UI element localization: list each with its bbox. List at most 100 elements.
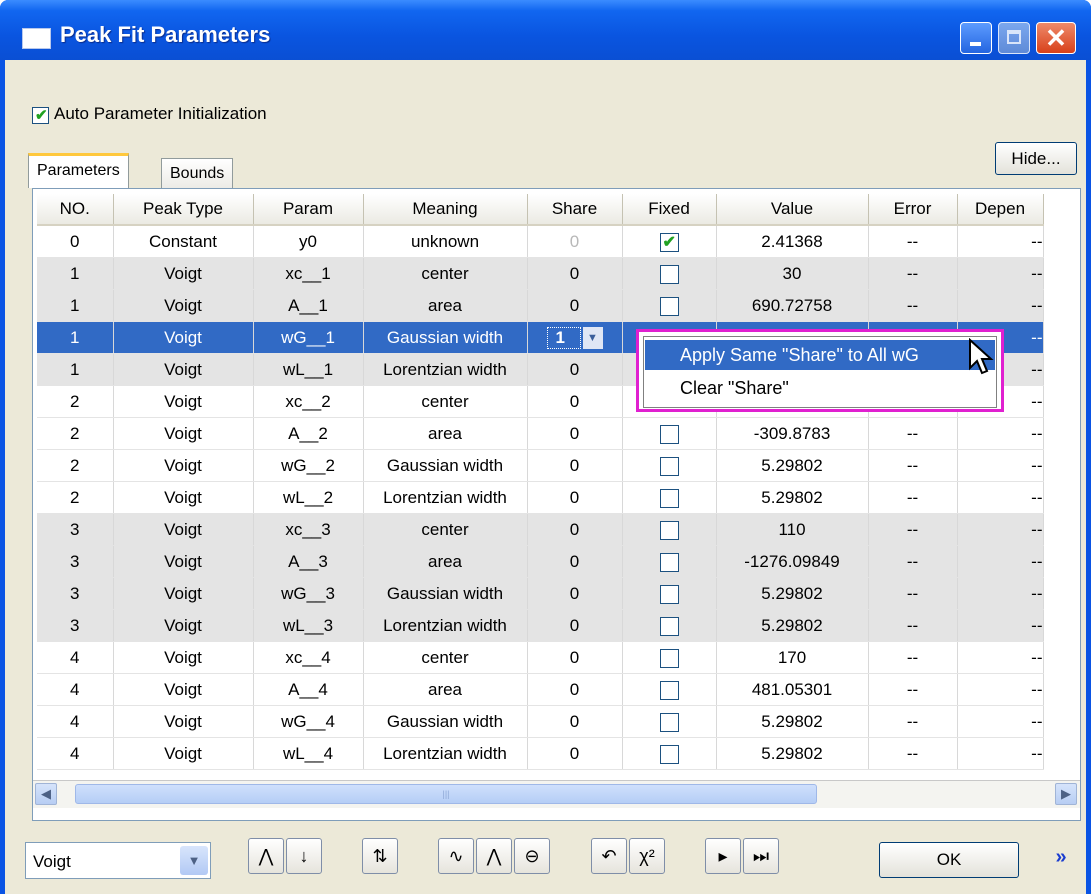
fixed-checkbox[interactable] xyxy=(659,424,679,444)
peak-type-select[interactable]: Voigt ▼ xyxy=(25,842,211,879)
column-header[interactable]: Param xyxy=(253,194,364,226)
cell-value[interactable]: 690.72758 xyxy=(716,289,869,322)
cell-value[interactable]: -309.8783 xyxy=(716,417,869,450)
peak-x-icon[interactable]: ⋀ xyxy=(248,838,284,874)
cell-share[interactable]: 0 xyxy=(527,705,623,738)
undo-icon[interactable]: ↶ xyxy=(591,838,627,874)
table-row[interactable]: 2 Voigt wG__2 Gaussian width 0 5.29802 -- -- xyxy=(37,449,1044,482)
scroll-left-icon[interactable]: ◀ xyxy=(35,783,57,805)
fixed-checkbox[interactable] xyxy=(659,744,679,764)
table-row[interactable]: 4 Voigt A__4 area 0 481.05301 -- -- xyxy=(37,673,1044,706)
scroll-right-icon[interactable]: ▶ xyxy=(1055,783,1077,805)
fixed-checkbox[interactable] xyxy=(659,616,679,636)
cell-share[interactable]: 0 xyxy=(527,449,623,482)
table-row[interactable]: 3 Voigt xc__3 center 0 110 -- -- xyxy=(37,513,1044,546)
ok-button[interactable]: OK xyxy=(879,842,1019,878)
hide-button[interactable]: Hide... xyxy=(995,142,1077,175)
cell-share[interactable]: 0 xyxy=(527,577,623,610)
cell-fixed xyxy=(622,737,717,770)
fixed-checkbox[interactable] xyxy=(659,680,679,700)
close-button[interactable]: ✕ xyxy=(1036,22,1076,54)
cell-peak-type: Voigt xyxy=(113,705,254,738)
cell-share[interactable]: 0 xyxy=(527,513,623,546)
menu-clear-share[interactable]: Clear "Share" xyxy=(645,373,995,403)
fixed-checkbox[interactable] xyxy=(659,488,679,508)
fixed-checkbox[interactable] xyxy=(659,456,679,476)
cell-share[interactable]: 0 xyxy=(527,737,623,770)
fit-until-converged-icon[interactable]: ⏭ xyxy=(743,838,779,874)
cell-share[interactable]: 0 xyxy=(527,673,623,706)
title-bar[interactable]: Peak Fit Parameters ✕ xyxy=(0,0,1091,60)
cell-share[interactable]: 0 xyxy=(527,353,623,386)
cell-value[interactable]: 30 xyxy=(716,257,869,290)
cell-share[interactable]: 0 xyxy=(527,257,623,290)
cell-share[interactable]: 0 xyxy=(527,641,623,674)
column-header[interactable]: Share xyxy=(527,194,623,226)
fixed-checkbox[interactable] xyxy=(659,552,679,572)
cell-value[interactable]: 5.29802 xyxy=(716,705,869,738)
fixed-checkbox[interactable] xyxy=(659,584,679,604)
column-header[interactable]: Peak Type xyxy=(113,194,254,226)
column-header[interactable]: Value xyxy=(716,194,869,226)
one-iteration-icon[interactable]: ▸ xyxy=(705,838,741,874)
table-row[interactable]: 0 Constant y0 unknown 0 ✔ 2.41368 -- -- xyxy=(37,225,1044,258)
expand-more-icon[interactable]: » xyxy=(1043,840,1079,876)
cell-value[interactable]: 2.41368 xyxy=(716,225,869,258)
cell-value[interactable]: 5.29802 xyxy=(716,577,869,610)
peak-center-icon[interactable]: ⋀ xyxy=(476,838,512,874)
peak-curve-icon[interactable]: ∿ xyxy=(438,838,474,874)
table-row[interactable]: 2 Voigt A__2 area 0 -309.8783 -- -- xyxy=(37,417,1044,450)
cell-share[interactable]: 0 xyxy=(527,385,623,418)
tab-parameters[interactable]: Parameters xyxy=(28,153,129,188)
cell-share[interactable]: 0 xyxy=(527,225,623,258)
cell-share[interactable]: 0 xyxy=(527,545,623,578)
cell-value[interactable]: 5.29802 xyxy=(716,481,869,514)
cell-value[interactable]: 481.05301 xyxy=(716,673,869,706)
column-header[interactable]: Error xyxy=(868,194,958,226)
fixed-checkbox[interactable]: ✔ xyxy=(659,232,679,252)
horizontal-scrollbar[interactable]: ◀ ||| ▶ xyxy=(33,780,1080,808)
sort-down-icon[interactable]: ↓ xyxy=(286,838,322,874)
fixed-checkbox[interactable] xyxy=(659,712,679,732)
table-row[interactable]: 1 Voigt xc__1 center 0 30 -- -- xyxy=(37,257,1044,290)
menu-apply-same-share[interactable]: Apply Same "Share" to All wG xyxy=(645,340,995,370)
chevron-down-icon[interactable]: ▼ xyxy=(180,846,208,875)
tab-bounds[interactable]: Bounds xyxy=(161,158,234,188)
fixed-checkbox[interactable] xyxy=(659,264,679,284)
table-row[interactable]: 3 Voigt wL__3 Lorentzian width 0 5.29802 -- -- xyxy=(37,609,1044,642)
maximize-button[interactable] xyxy=(998,22,1030,54)
fixed-checkbox[interactable] xyxy=(659,648,679,668)
column-header[interactable]: Depen xyxy=(957,194,1044,226)
table-row[interactable]: 4 Voigt wG__4 Gaussian width 0 5.29802 -- -- xyxy=(37,705,1044,738)
cell-share-editor[interactable]: 1 ▼ xyxy=(527,321,623,354)
column-header[interactable]: Fixed xyxy=(622,194,717,226)
cell-value[interactable]: 5.29802 xyxy=(716,609,869,642)
cell-share[interactable]: 0 xyxy=(527,417,623,450)
cell-share[interactable]: 0 xyxy=(527,609,623,642)
peak-arrows-icon[interactable]: ⇅ xyxy=(362,838,398,874)
column-header[interactable]: Meaning xyxy=(363,194,528,226)
table-row[interactable]: 3 Voigt A__3 area 0 -1276.09849 -- -- xyxy=(37,545,1044,578)
peak-width-icon[interactable]: ⊖ xyxy=(514,838,550,874)
auto-init-checkbox[interactable]: ✔ xyxy=(32,107,49,124)
fixed-checkbox[interactable] xyxy=(659,520,679,540)
table-row[interactable]: 1 Voigt A__1 area 0 690.72758 -- -- xyxy=(37,289,1044,322)
minimize-button[interactable] xyxy=(960,22,992,54)
scroll-thumb[interactable]: ||| xyxy=(75,784,817,804)
table-row[interactable]: 4 Voigt wL__4 Lorentzian width 0 5.29802 -- -- xyxy=(37,737,1044,770)
fixed-checkbox[interactable] xyxy=(659,296,679,316)
chi-square-icon[interactable]: χ² xyxy=(629,838,665,874)
cell-share[interactable]: 0 xyxy=(527,481,623,514)
cell-value[interactable]: 5.29802 xyxy=(716,737,869,770)
column-header[interactable]: NO. xyxy=(37,194,114,226)
cell-value[interactable]: 110 xyxy=(716,513,869,546)
cell-value[interactable]: 170 xyxy=(716,641,869,674)
share-input[interactable]: 1 xyxy=(546,326,581,349)
cell-value[interactable]: -1276.09849 xyxy=(716,545,869,578)
cell-share[interactable]: 0 xyxy=(527,289,623,322)
share-dropdown-icon[interactable]: ▼ xyxy=(582,326,603,349)
table-row[interactable]: 3 Voigt wG__3 Gaussian width 0 5.29802 -- -- xyxy=(37,577,1044,610)
table-row[interactable]: 4 Voigt xc__4 center 0 170 -- -- xyxy=(37,641,1044,674)
table-row[interactable]: 2 Voigt wL__2 Lorentzian width 0 5.29802 -- -- xyxy=(37,481,1044,514)
cell-value[interactable]: 5.29802 xyxy=(716,449,869,482)
